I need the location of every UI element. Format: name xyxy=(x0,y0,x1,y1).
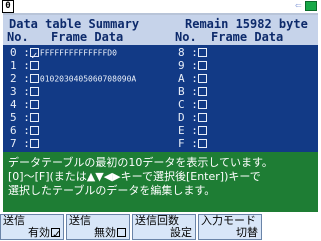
table-row[interactable]: 8 : xyxy=(178,46,208,60)
row-number: 0 xyxy=(10,46,17,59)
checkbox-icon[interactable] xyxy=(29,86,39,96)
table-row[interactable]: C : xyxy=(178,98,208,112)
table-row[interactable]: E : xyxy=(178,124,208,138)
row-number: 8 xyxy=(178,46,185,59)
send-enable-button[interactable]: 送信 有効 ✓ xyxy=(0,214,64,240)
softkey-label-top: 送信 xyxy=(3,214,25,227)
checkbox-icon[interactable] xyxy=(197,73,207,83)
window-number: 0 xyxy=(2,0,14,13)
row-sep: : xyxy=(23,72,30,85)
row-number: F xyxy=(178,137,185,150)
row-number: E xyxy=(178,124,185,137)
table-header: Data table Summary Remain 15982 byte No.… xyxy=(3,15,318,45)
checkbox-icon[interactable] xyxy=(29,138,39,148)
row-sep: : xyxy=(23,46,30,59)
checkbox-unchecked-icon xyxy=(117,227,126,237)
checkbox-icon[interactable]: ✓ xyxy=(29,47,39,62)
row-sep: : xyxy=(23,124,30,137)
column-frame-right: Frame Data xyxy=(211,30,284,44)
table-row[interactable]: 4 : xyxy=(10,98,40,112)
row-number: 7 xyxy=(10,137,17,150)
checkbox-icon[interactable] xyxy=(197,138,207,148)
softkey-empty xyxy=(264,214,321,240)
row-number: C xyxy=(178,98,185,111)
checkbox-icon[interactable] xyxy=(29,125,39,135)
row-sep: : xyxy=(191,46,198,59)
row-sep: : xyxy=(23,85,30,98)
help-line: 選択したテーブルのデータを編集します。 xyxy=(8,184,216,197)
table-row[interactable]: 3 : xyxy=(10,85,40,99)
send-disable-button[interactable]: 送信 無効 xyxy=(66,214,130,240)
table-row[interactable]: 5 : xyxy=(10,111,40,125)
row-number: 9 xyxy=(178,59,185,72)
row-number: 5 xyxy=(10,111,17,124)
row-sep: : xyxy=(23,59,30,72)
checkbox-icon[interactable] xyxy=(197,112,207,122)
table-row[interactable]: A : xyxy=(178,72,208,86)
row-sep: : xyxy=(191,98,198,111)
row-number: 4 xyxy=(10,98,17,111)
softkey-label-top: 送信 xyxy=(69,214,91,227)
checkbox-icon[interactable] xyxy=(197,86,207,96)
row-number: 2 xyxy=(10,72,17,85)
row-sep: : xyxy=(191,72,198,85)
checkbox-icon[interactable] xyxy=(29,60,39,70)
help-message: データテーブルの最初の10データを表示しています。 [0]～[F](または▲▼◀… xyxy=(3,152,318,212)
table-row[interactable]: 6 : xyxy=(10,124,40,138)
checkbox-icon[interactable] xyxy=(197,125,207,135)
checkbox-icon[interactable] xyxy=(29,112,39,122)
checkbox-icon[interactable] xyxy=(29,99,39,109)
row-number: 6 xyxy=(10,124,17,137)
softkey-label-bottom: 設定 xyxy=(170,226,192,239)
table-row[interactable]: D : xyxy=(178,111,208,125)
column-no-right: No. xyxy=(175,30,197,44)
row-number: A xyxy=(178,72,185,85)
table-rows: 0 :✓ FFFFFFFFFFFFFFD0 1 : 2 :010203040506… xyxy=(3,45,318,152)
frame-data: FFFFFFFFFFFFFFD0 xyxy=(39,48,117,58)
row-number: B xyxy=(178,85,185,98)
row-number: 3 xyxy=(10,85,17,98)
row-sep: : xyxy=(23,111,30,124)
table-title: Data table Summary xyxy=(9,17,140,31)
row-number: 1 xyxy=(10,59,17,72)
checkbox-icon[interactable] xyxy=(197,60,207,70)
help-line: データテーブルの最初の10データを表示しています。 xyxy=(8,156,273,169)
input-mode-button[interactable]: 入力モード 切替 xyxy=(198,214,262,240)
row-sep: : xyxy=(191,124,198,137)
frame-data: 0102030405060708090A xyxy=(39,74,137,84)
checkbox-icon[interactable] xyxy=(197,99,207,109)
column-no-left: No. xyxy=(7,30,29,44)
row-sep: : xyxy=(191,85,198,98)
battery-icon xyxy=(305,1,317,11)
arrow-icon: ⇐ xyxy=(295,1,302,10)
checkbox-icon[interactable] xyxy=(197,47,207,57)
row-sep: : xyxy=(23,98,30,111)
table-row[interactable]: 7 : xyxy=(10,137,40,151)
status-icons: ⇐ xyxy=(295,1,317,11)
table-row[interactable]: F : xyxy=(178,137,208,151)
row-number: D xyxy=(178,111,185,124)
title-bar: 0 ⇐ xyxy=(0,0,321,13)
data-table-panel: Data table Summary Remain 15982 byte No.… xyxy=(3,13,318,152)
row-sep: : xyxy=(191,111,198,124)
help-line: [0]～[F](または▲▼◀▶キーで選択後[Enter])キーで xyxy=(8,170,261,183)
softkey-label-bottom: 切替 xyxy=(236,226,258,239)
softkey-label-bottom: 有効 ✓ xyxy=(28,226,62,241)
table-row[interactable]: 0 :✓ FFFFFFFFFFFFFFD0 xyxy=(10,46,117,62)
table-row[interactable]: 9 : xyxy=(178,59,208,73)
softkey-bar: 送信 有効 ✓ 送信 無効 送信回数 設定 入力モード 切替 xyxy=(0,214,321,241)
column-frame-left: Frame Data xyxy=(51,30,124,44)
checkbox-icon[interactable] xyxy=(29,73,39,83)
send-count-button[interactable]: 送信回数 設定 xyxy=(132,214,196,240)
table-row[interactable]: B : xyxy=(178,85,208,99)
checkbox-checked-icon: ✓ xyxy=(51,227,62,241)
softkey-label-bottom: 無効 xyxy=(94,227,126,239)
remain-bytes: Remain 15982 byte xyxy=(185,17,308,31)
row-sep: : xyxy=(23,137,30,150)
row-sep: : xyxy=(191,137,198,150)
table-row[interactable]: 1 : xyxy=(10,59,40,73)
table-row[interactable]: 2 :0102030405060708090A xyxy=(10,72,136,86)
row-sep: : xyxy=(191,59,198,72)
